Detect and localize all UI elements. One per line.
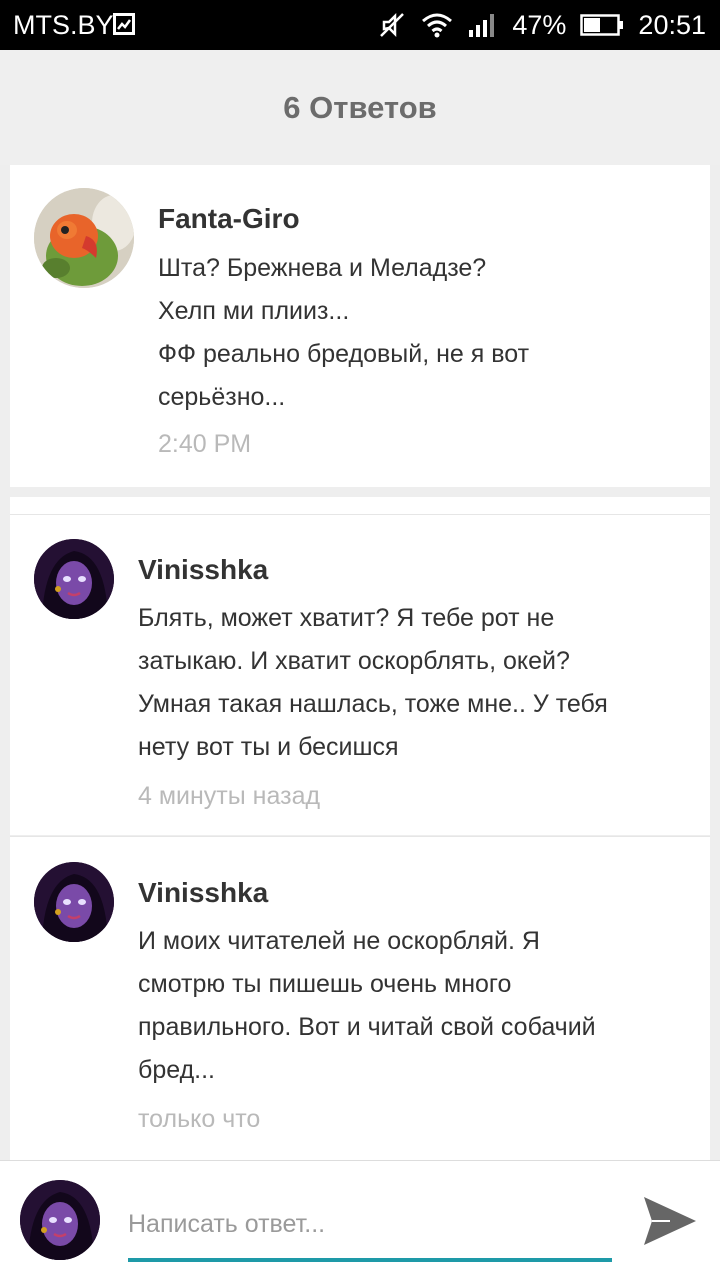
comment-timestamp: 2:40 PM — [158, 430, 252, 458]
comment-line: Блять, может хватит? Я тебе рот не — [138, 604, 555, 632]
send-icon — [644, 1197, 696, 1245]
comment-line: правильного. Вот и читай свой собачий — [138, 1013, 596, 1041]
comment-text: Блять, может хватит? Я тебе рот не затык… — [138, 597, 608, 769]
comment-author[interactable]: Vinisshka — [138, 554, 268, 586]
reply-bar — [0, 1160, 720, 1280]
avatar[interactable] — [34, 539, 114, 619]
comment-line: нету вот ты и бесишся — [138, 733, 399, 761]
comment-line: бред... — [138, 1056, 216, 1084]
signal-icon — [469, 14, 495, 37]
comment-card: Fanta-Giro Шта? Брежнева и Меладзе? Хелп… — [10, 165, 710, 487]
my-avatar — [20, 1180, 100, 1260]
image-notification-icon — [113, 13, 135, 35]
status-clock: 20:51 — [638, 9, 706, 40]
comment-author[interactable]: Fanta-Giro — [158, 203, 300, 235]
comment-line: ФФ реально бредовый, не я вот — [158, 340, 530, 368]
divider — [10, 514, 710, 515]
comment-author[interactable]: Vinisshka — [138, 877, 268, 909]
comment-timestamp: 4 минуты назад — [138, 782, 321, 810]
comment-card: Vinisshka Блять, может хватит? Я тебе ро… — [10, 497, 710, 835]
user-avatar-icon — [34, 539, 114, 619]
avatar[interactable] — [34, 862, 114, 942]
comment-text: И моих читателей не оскорбляй. Я смотрю … — [138, 920, 596, 1092]
comment-line: И моих читателей не оскорбляй. Я — [138, 927, 540, 955]
parrot-avatar-icon — [34, 188, 134, 288]
comment-line: Шта? Брежнева и Меладзе? — [158, 254, 487, 282]
wifi-icon — [422, 13, 453, 38]
reply-input[interactable] — [128, 1201, 612, 1247]
user-avatar-icon — [34, 862, 114, 942]
avatar[interactable] — [34, 188, 134, 288]
carrier-label: MTS.BY — [13, 10, 114, 40]
replies-header: 6 Ответов — [0, 50, 720, 165]
comment-timestamp: только что — [138, 1105, 261, 1133]
comment-line: Хелп ми плииз... — [158, 297, 350, 325]
comment-text: Шта? Брежнева и Меладзе? Хелп ми плииз..… — [158, 247, 529, 419]
user-avatar-icon — [20, 1180, 100, 1260]
comment-line: смотрю ты пишешь очень много — [138, 970, 512, 998]
reply-input-underline — [128, 1258, 612, 1262]
comment-line: Умная такая нашлась, тоже мне.. У тебя — [138, 690, 608, 718]
send-button[interactable] — [640, 1193, 700, 1249]
comment-card: Vinisshka И моих читателей не оскорбляй.… — [10, 837, 710, 1160]
battery-percent: 47% — [512, 9, 567, 40]
muted-icon — [380, 12, 405, 38]
battery-icon — [580, 14, 624, 36]
comment-line: затыкаю. И хватит оскорблять, окей? — [138, 647, 570, 675]
page-title: 6 Ответов — [283, 89, 437, 125]
status-bar: MTS.BY 47% 20:51 — [0, 0, 720, 50]
comment-line: серьёзно... — [158, 383, 286, 411]
